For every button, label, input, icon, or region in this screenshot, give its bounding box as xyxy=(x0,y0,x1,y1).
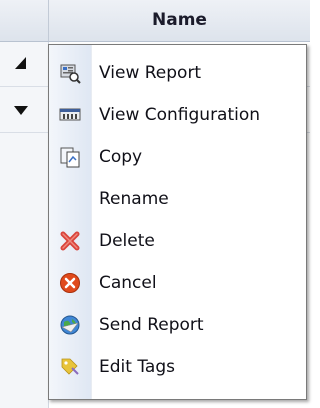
menu-item-view-report[interactable]: View Report xyxy=(49,52,306,94)
menu-item-view-configuration[interactable]: View Configuration xyxy=(49,94,306,136)
menu-item-copy[interactable]: Copy xyxy=(49,136,306,178)
view-report-icon xyxy=(60,64,81,84)
menu-item-edit-tags[interactable]: Edit Tags xyxy=(49,346,306,388)
cancel-icon xyxy=(60,273,80,293)
delete-icon xyxy=(60,231,80,251)
menu-item-label: View Report xyxy=(99,63,202,83)
menu-item-cancel[interactable]: Cancel xyxy=(49,262,306,304)
menu-item-label: View Configuration xyxy=(99,105,261,125)
copy-icon xyxy=(60,147,80,168)
name-column-header[interactable]: Name xyxy=(49,0,310,41)
menu-item-label: Rename xyxy=(99,189,169,209)
view-configuration-icon xyxy=(59,108,81,121)
menu-item-label: Send Report xyxy=(99,315,204,335)
edit-tags-icon xyxy=(61,358,79,375)
menu-item-label: Copy xyxy=(99,147,143,167)
grid-header: Name xyxy=(0,0,310,42)
menu-item-rename[interactable]: Rename xyxy=(49,178,306,220)
menu-item-label: Delete xyxy=(99,231,155,251)
context-menu: View Report View Configuration Copy Rena… xyxy=(48,44,307,400)
menu-item-label: Cancel xyxy=(99,273,157,293)
send-report-icon xyxy=(60,315,80,335)
expand-arrow-icon[interactable] xyxy=(14,104,28,118)
menu-item-send-report[interactable]: Send Report xyxy=(49,304,306,346)
collapse-arrow-icon[interactable] xyxy=(14,56,28,70)
menu-item-delete[interactable]: Delete xyxy=(49,220,306,262)
menu-item-label: Edit Tags xyxy=(99,357,175,377)
